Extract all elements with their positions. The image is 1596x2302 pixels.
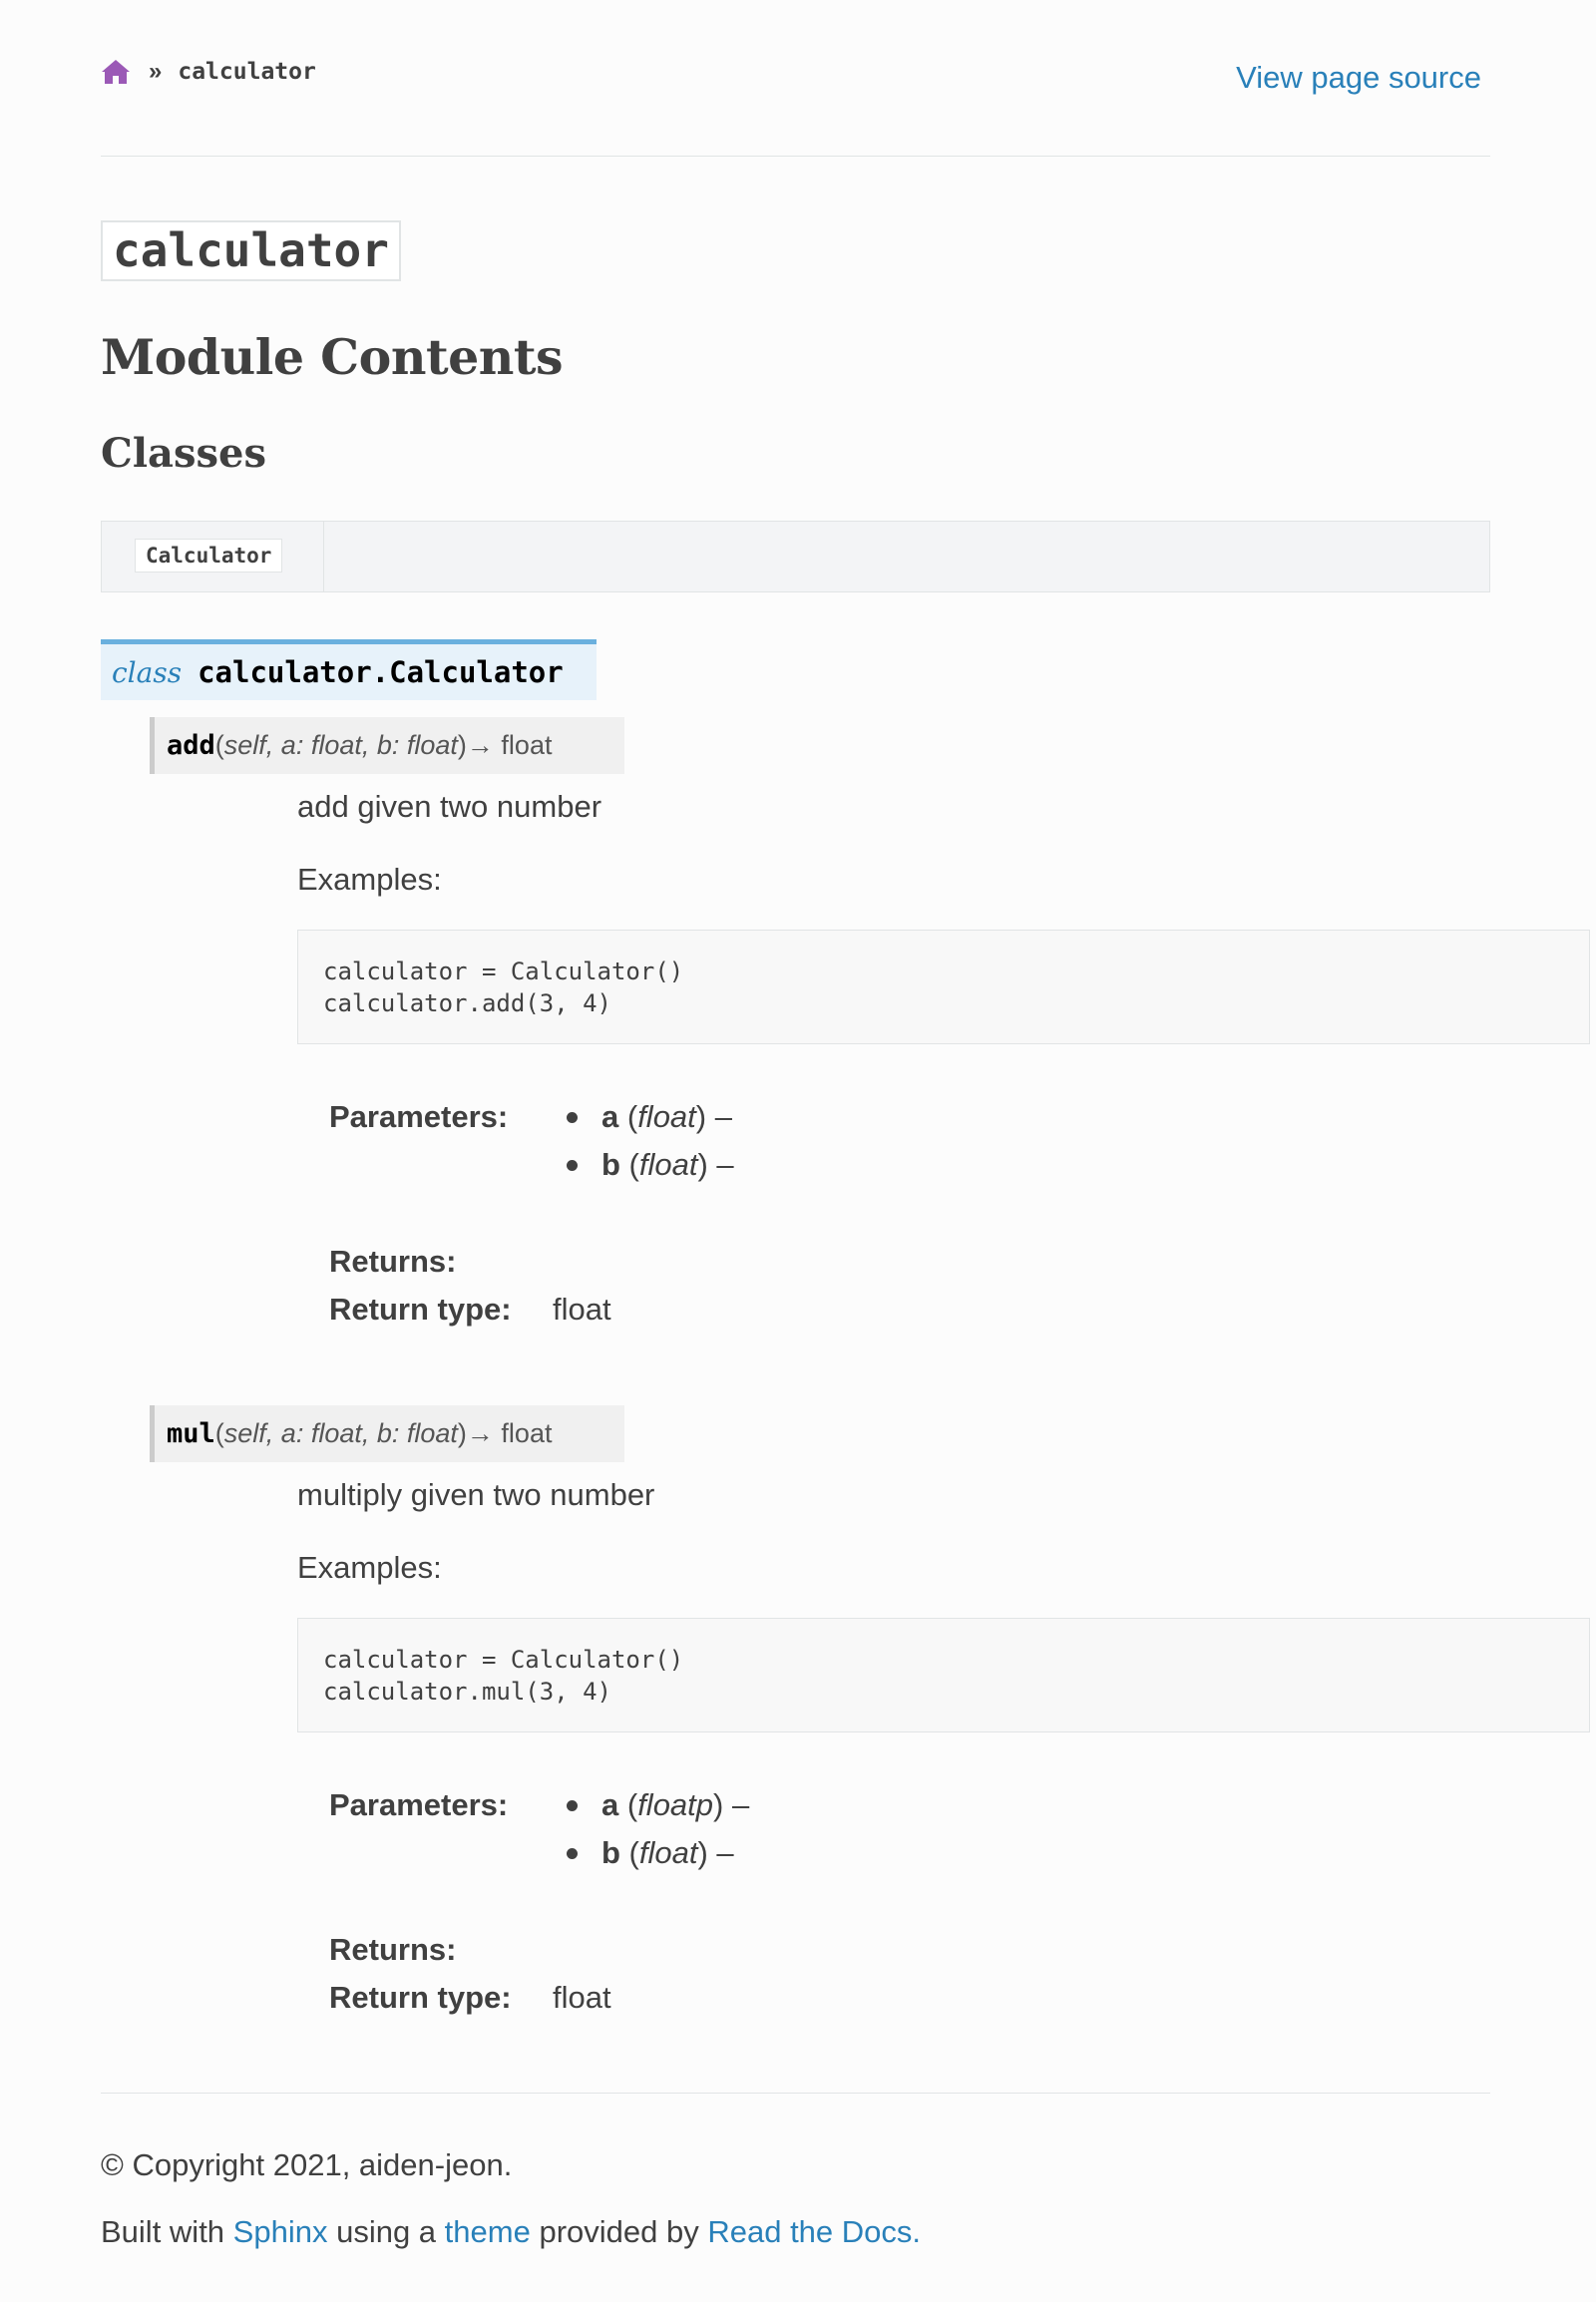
param-type: floatp [637,1787,714,1822]
bullet-icon [567,1111,578,1123]
return-type-value: float [553,1980,611,2015]
built-with-line: Built with Sphinx using a theme provided… [101,2214,921,2250]
class-signature: class calculator.Calculator [101,639,597,700]
module-contents-heading: Module Contents [101,328,564,386]
param-type: float [638,1147,698,1182]
using-a-text: using a [327,2214,445,2249]
bullet-icon [567,1799,578,1811]
method-returns: → float [466,730,553,760]
method-signature-add: add(self, a: float, b: float) → float [150,717,624,774]
paren-close: ) [457,730,467,760]
bullet-icon [567,1847,578,1859]
parameter-item: a (float) – [567,1099,732,1135]
paren-open: ( [214,730,224,760]
parameters-label: Parameters: [329,1099,509,1134]
param-type: float [638,1835,698,1870]
parameter-item: a (floatp) – [567,1787,749,1823]
breadcrumb-current: calculator [178,59,316,85]
paren-close: ) [457,1418,467,1448]
param-name: a [601,1099,619,1134]
parameter-item: b (float) – [567,1147,734,1183]
code-block: calculator = Calculator() calculator.add… [297,930,1590,1044]
returns-label: Returns: [329,1932,457,1967]
method-description: add given two number [297,789,602,824]
classes-summary-table: Calculator [101,521,1490,592]
returns-label: Returns: [329,1244,457,1279]
period-text: . [912,2214,922,2249]
class-keyword: class [112,655,183,689]
examples-label: Examples: [297,1550,442,1585]
bullet-icon [567,1159,578,1171]
method-description: multiply given two number [297,1477,655,1512]
param-name: a [601,1787,619,1822]
sphinx-link[interactable]: Sphinx [233,2214,328,2249]
method-signature-mul: mul(self, a: float, b: float) → float [150,1405,624,1462]
parameters-label: Parameters: [329,1787,509,1822]
return-type-label: Return type: [329,1292,512,1327]
return-type-label: Return type: [329,1980,512,2015]
param-name: b [601,1835,620,1870]
breadcrumb-separator: » [149,58,163,85]
home-icon[interactable] [101,58,131,86]
return-type-value: float [553,1292,611,1327]
footer-divider [101,2093,1490,2094]
param-name: b [601,1147,620,1182]
method-returns: → float [466,1418,553,1448]
page-title: calculator [101,220,401,281]
breadcrumb: » calculator [101,58,316,86]
method-params: self, a: float, b: float [223,730,458,760]
built-with-text: Built with [101,2214,233,2249]
provided-by-text: provided by [530,2214,708,2249]
classes-heading: Classes [101,430,266,477]
page: » calculator View page source calculator… [101,0,1590,2249]
summary-cell: Calculator [102,522,324,591]
top-bar: » calculator View page source [101,0,1490,157]
examples-label: Examples: [297,862,442,897]
view-page-source-link[interactable]: View page source [1236,60,1481,96]
param-type: float [637,1099,696,1134]
read-the-docs-link[interactable]: Read the Docs [707,2214,912,2249]
class-name: calculator.Calculator [198,655,564,689]
method-name: mul [167,1418,215,1449]
paren-open: ( [214,1418,224,1448]
method-name: add [167,730,215,761]
method-params: self, a: float, b: float [223,1418,458,1448]
copyright-text: © Copyright 2021, aiden-jeon. [101,2147,513,2182]
summary-class-link[interactable]: Calculator [135,539,283,573]
code-block: calculator = Calculator() calculator.mul… [297,1618,1590,1732]
parameter-item: b (float) – [567,1835,734,1871]
theme-link[interactable]: theme [445,2214,531,2249]
